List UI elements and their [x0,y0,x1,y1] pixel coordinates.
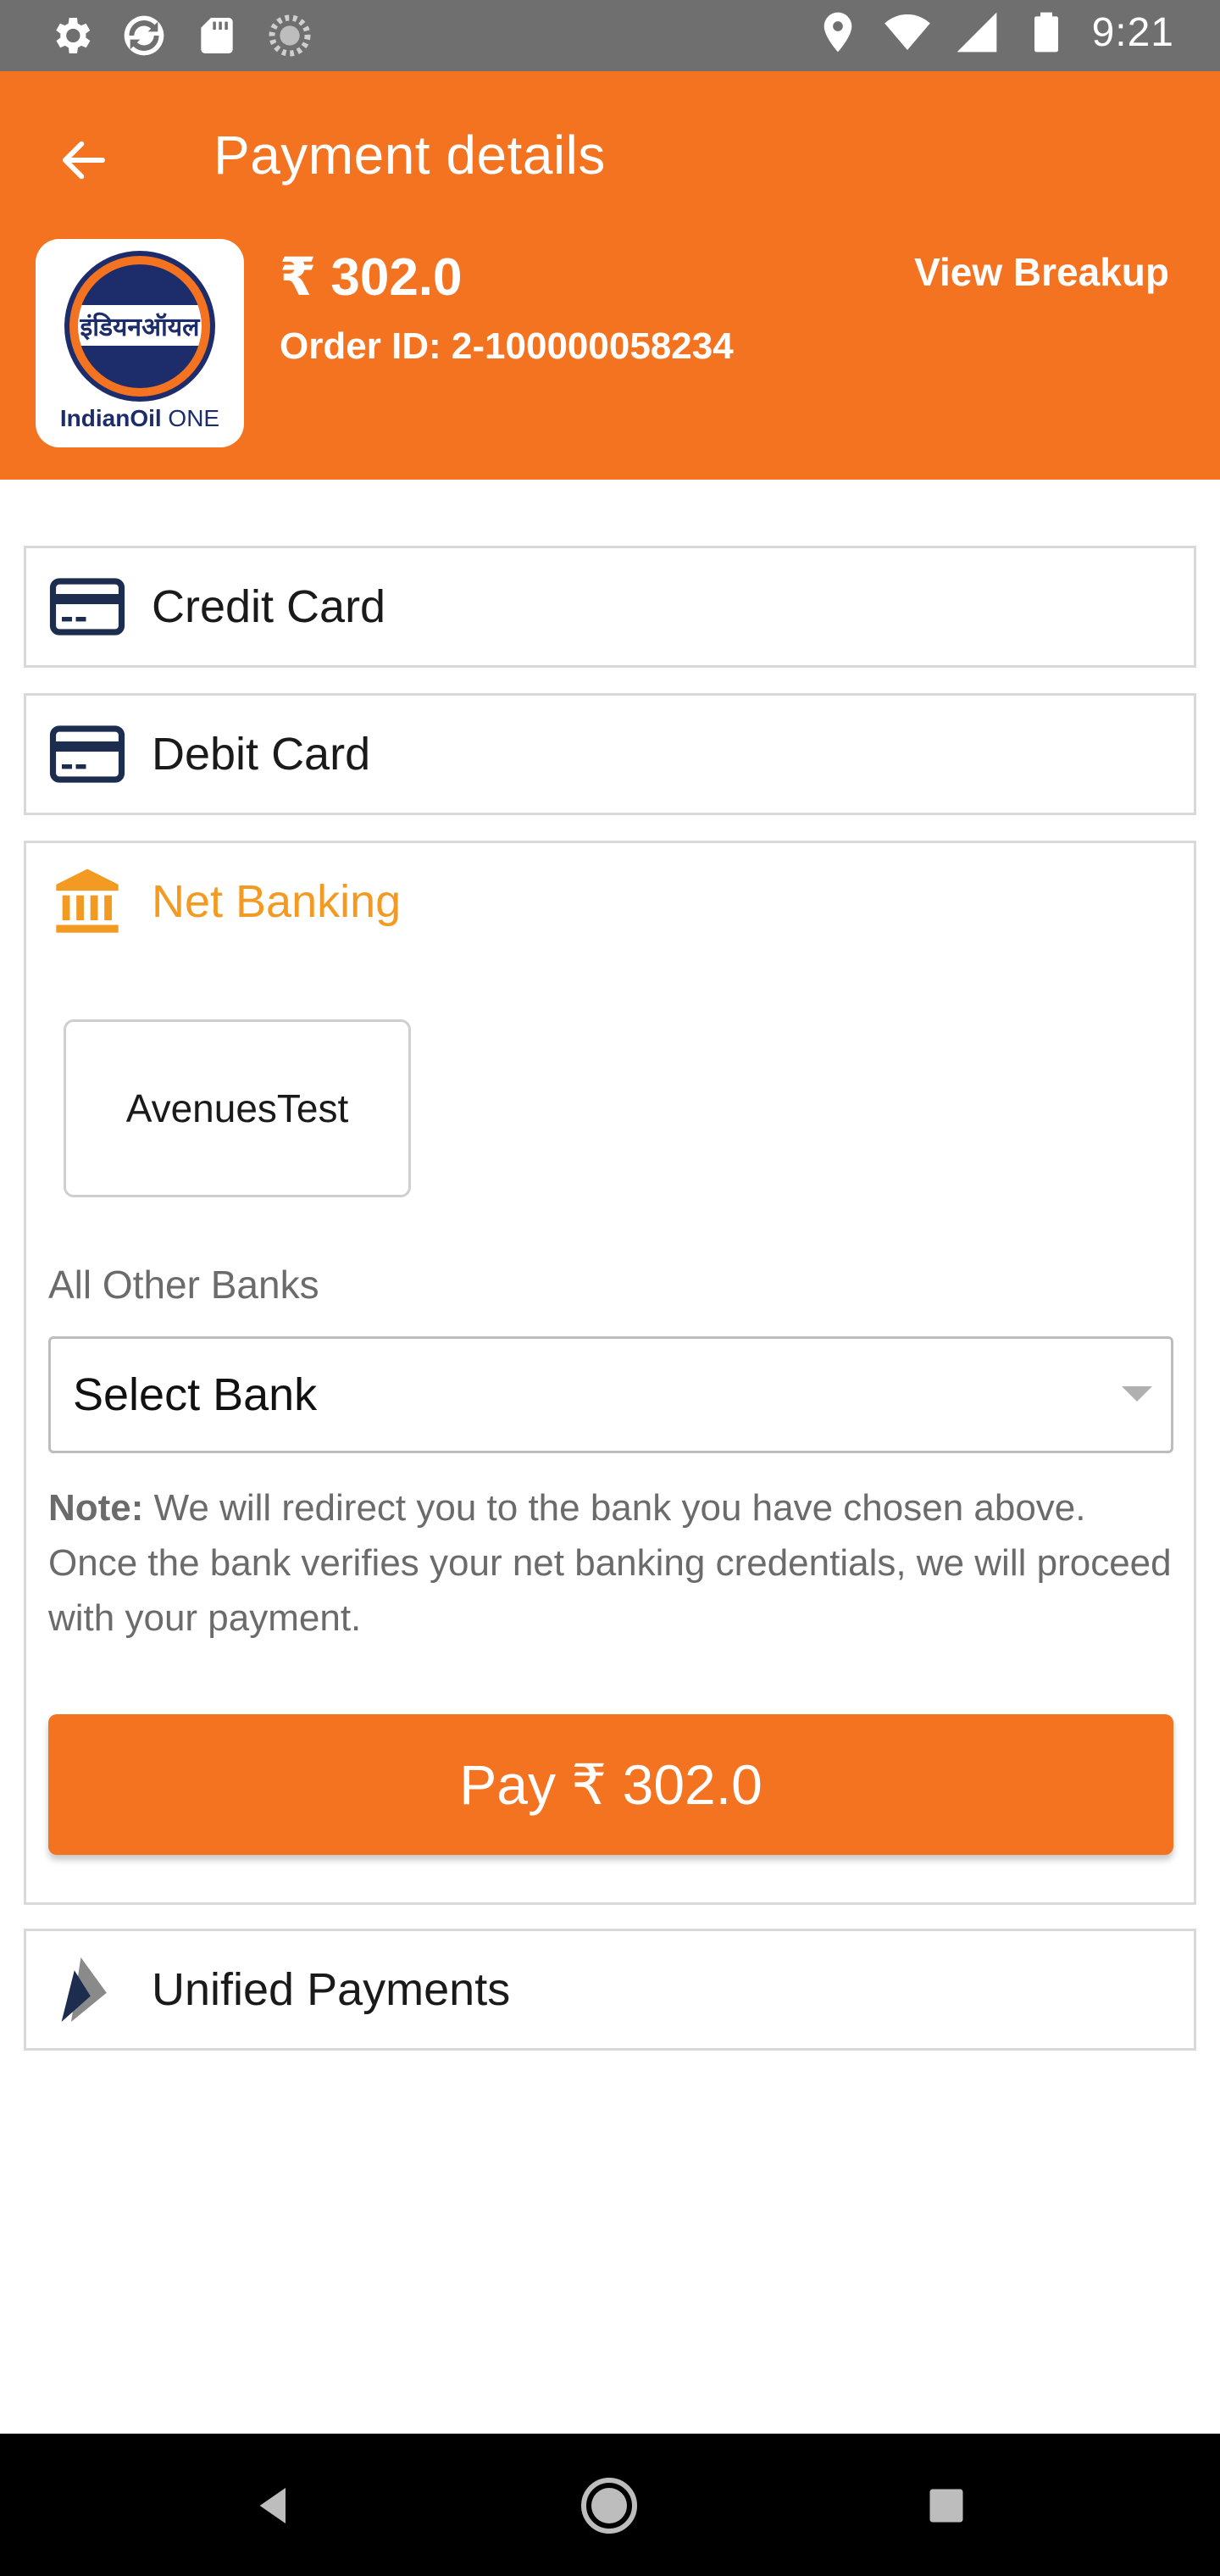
logo-hindi-text: इंडियनऑयल [80,312,200,342]
select-bank-dropdown[interactable]: Select Bank [48,1336,1173,1453]
net-banking-option: Net Banking AvenuesTest All Other Banks … [24,841,1196,1905]
back-button[interactable] [46,122,122,198]
logo-caption: IndianOil ONE [59,405,220,431]
page-title: Payment details [214,125,606,186]
arrow-left-icon [62,141,106,180]
other-banks-label: All Other Banks [48,1263,319,1307]
credit-card-icon [48,568,126,646]
navigation-bar [0,2434,1220,2576]
redirect-note: Note: We will redirect you to the bank y… [48,1487,1172,1639]
sd-card-icon [201,18,233,53]
indianoil-one-logo: इंडियनऑयल IndianOil ONE [36,239,244,447]
home-nav-icon[interactable] [571,2468,647,2544]
status-bar-left-icons [47,12,313,59]
recents-nav-icon[interactable] [908,2468,984,2544]
chevron-down-icon [1122,1386,1152,1402]
payment-amount: ₹ 302.0 [280,248,463,307]
select-bank-value: Select Bank [73,1369,318,1420]
battery-icon [1034,12,1058,53]
credit-card-option[interactable]: Credit Card [24,546,1196,668]
bank-icon [48,863,126,941]
net-banking-header[interactable]: Net Banking [26,843,1194,960]
unified-payments-label: Unified Payments [152,1964,511,2015]
net-banking-label: Net Banking [152,876,402,927]
unified-payments-option[interactable]: Unified Payments [24,1929,1196,2051]
loading-icon [269,14,311,57]
signal-icon [957,12,996,53]
bank-tile-avenuestest[interactable]: AvenuesTest [64,1019,411,1197]
status-bar-right-icons: 9:21 [814,8,1174,56]
logo-emblem: इंडियनऑयल [64,251,215,402]
status-bar: 9:21 [0,0,1220,71]
wifi-icon [884,14,930,50]
location-icon [824,12,851,53]
debit-card-icon [48,715,126,793]
settings-icon [56,18,91,53]
view-breakup-link[interactable]: View Breakup [914,249,1169,295]
pay-button[interactable]: Pay ₹ 302.0 [48,1714,1173,1855]
order-id: Order ID: 2-100000058234 [280,325,734,367]
debit-card-label: Debit Card [152,729,371,780]
upi-icon [48,1951,126,2029]
status-time: 9:21 [1091,9,1174,55]
payment-header: Payment details इंडियनऑयल IndianOil ONE … [0,71,1220,480]
sync-icon [124,15,164,56]
debit-card-option[interactable]: Debit Card [24,693,1196,815]
back-nav-icon[interactable] [236,2468,312,2544]
credit-card-label: Credit Card [152,581,386,632]
